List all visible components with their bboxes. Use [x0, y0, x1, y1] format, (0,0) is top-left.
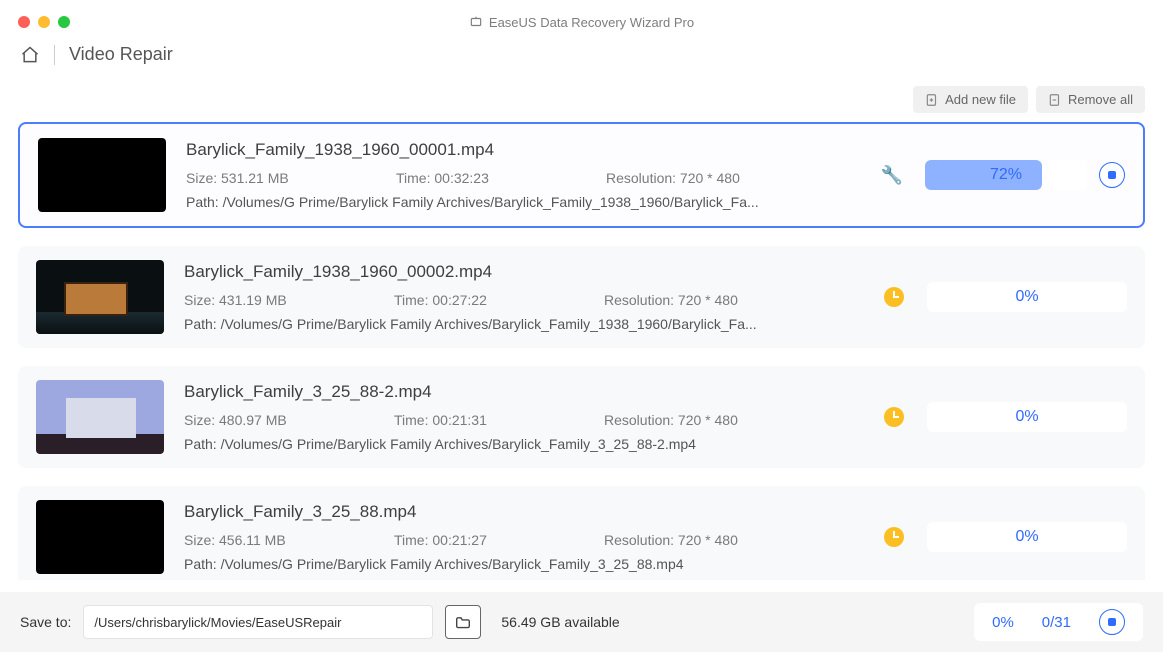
- progress-bar: 72%: [925, 160, 1087, 190]
- video-thumbnail: [36, 260, 164, 334]
- file-details: Size: 431.19 MB Time: 00:27:22 Resolution:…: [184, 292, 861, 308]
- progress-bar: 0%: [927, 522, 1127, 552]
- file-details: Size: 480.97 MB Time: 00:21:31 Resolution:…: [184, 412, 861, 428]
- add-file-button[interactable]: Add new file: [913, 86, 1028, 113]
- minimize-window-button[interactable]: [38, 16, 50, 28]
- file-path: Path: /Volumes/G Prime/Barylick Family A…: [184, 556, 774, 572]
- progress-percent: 0%: [1015, 408, 1038, 426]
- breadcrumb-section: Video Repair: [69, 44, 173, 65]
- file-item[interactable]: Barylick_Family_3_25_88.mp4 Size: 456.11 …: [18, 486, 1145, 580]
- toolbar: Add new file Remove all: [913, 86, 1145, 113]
- status-repairing-icon: 🔧: [879, 165, 905, 186]
- add-file-icon: [925, 93, 939, 107]
- zoom-window-button[interactable]: [58, 16, 70, 28]
- save-path-input[interactable]: /Users/chrisbarylick/Movies/EaseUSRepair: [83, 605, 433, 639]
- file-time: Time: 00:21:31: [394, 412, 544, 428]
- window-controls: [18, 16, 70, 28]
- file-size: Size: 431.19 MB: [184, 292, 334, 308]
- file-meta: Barylick_Family_3_25_88.mp4 Size: 456.11 …: [184, 502, 861, 572]
- file-meta: Barylick_Family_3_25_88-2.mp4 Size: 480.9…: [184, 382, 861, 452]
- breadcrumb: Video Repair: [0, 44, 1163, 77]
- progress-bar: 0%: [927, 282, 1127, 312]
- add-file-label: Add new file: [945, 92, 1016, 107]
- total-percent: 0%: [992, 614, 1014, 631]
- progress-bar: 0%: [927, 402, 1127, 432]
- video-thumbnail: [38, 138, 166, 212]
- video-thumbnail: [36, 380, 164, 454]
- file-path: Path: /Volumes/G Prime/Barylick Family A…: [184, 316, 774, 332]
- remove-all-button[interactable]: Remove all: [1036, 86, 1145, 113]
- file-size: Size: 531.21 MB: [186, 170, 336, 186]
- remove-all-icon: [1048, 93, 1062, 107]
- file-size: Size: 480.97 MB: [184, 412, 334, 428]
- file-time: Time: 00:32:23: [396, 170, 546, 186]
- file-resolution: Resolution: 720 * 480: [606, 170, 766, 186]
- stop-button[interactable]: [1099, 162, 1125, 188]
- window-title: EaseUS Data Recovery Wizard Pro: [0, 15, 1163, 30]
- titlebar: EaseUS Data Recovery Wizard Pro: [0, 0, 1163, 44]
- progress-block: 0%: [927, 402, 1127, 432]
- file-meta: Barylick_Family_1938_1960_00002.mp4 Size:…: [184, 262, 861, 332]
- file-item[interactable]: Barylick_Family_1938_1960_00001.mp4 Size:…: [18, 122, 1145, 228]
- progress-fill: [925, 160, 1042, 190]
- save-to-label: Save to:: [20, 614, 71, 630]
- file-list: Barylick_Family_1938_1960_00001.mp4 Size:…: [18, 122, 1145, 580]
- close-window-button[interactable]: [18, 16, 30, 28]
- status-pending-icon: [881, 287, 907, 307]
- progress-block: 0%: [927, 282, 1127, 312]
- file-counter: 0/31: [1042, 614, 1071, 631]
- file-item[interactable]: Barylick_Family_1938_1960_00002.mp4 Size:…: [18, 246, 1145, 348]
- status-pending-icon: [881, 527, 907, 547]
- progress-block: 0%: [927, 522, 1127, 552]
- file-path: Path: /Volumes/G Prime/Barylick Family A…: [184, 436, 774, 452]
- wrench-icon: 🔧: [881, 165, 903, 186]
- window-title-text: EaseUS Data Recovery Wizard Pro: [489, 15, 694, 30]
- file-size: Size: 456.11 MB: [184, 532, 334, 548]
- clock-icon: [884, 407, 904, 427]
- home-icon[interactable]: [20, 45, 40, 65]
- progress-percent: 0%: [1015, 288, 1038, 306]
- app-icon: [469, 15, 483, 29]
- clock-icon: [884, 287, 904, 307]
- file-name: Barylick_Family_1938_1960_00001.mp4: [186, 140, 859, 160]
- file-resolution: Resolution: 720 * 480: [604, 412, 764, 428]
- file-resolution: Resolution: 720 * 480: [604, 292, 764, 308]
- stop-all-button[interactable]: [1099, 609, 1125, 635]
- file-details: Size: 456.11 MB Time: 00:21:27 Resolution:…: [184, 532, 861, 548]
- progress-block: 72%: [925, 160, 1125, 190]
- file-details: Size: 531.21 MB Time: 00:32:23 Resolution:…: [186, 170, 859, 186]
- file-resolution: Resolution: 720 * 480: [604, 532, 764, 548]
- progress-percent: 72%: [990, 166, 1022, 184]
- folder-icon: [454, 615, 472, 629]
- available-space: 56.49 GB available: [501, 614, 619, 630]
- clock-icon: [884, 527, 904, 547]
- remove-all-label: Remove all: [1068, 92, 1133, 107]
- file-meta: Barylick_Family_1938_1960_00001.mp4 Size:…: [186, 140, 859, 210]
- browse-folder-button[interactable]: [445, 605, 481, 639]
- file-name: Barylick_Family_3_25_88.mp4: [184, 502, 861, 522]
- breadcrumb-divider: [54, 45, 55, 65]
- file-item[interactable]: Barylick_Family_3_25_88-2.mp4 Size: 480.9…: [18, 366, 1145, 468]
- footer-stats: 0% 0/31: [974, 603, 1143, 641]
- file-time: Time: 00:27:22: [394, 292, 544, 308]
- file-name: Barylick_Family_1938_1960_00002.mp4: [184, 262, 861, 282]
- file-path: Path: /Volumes/G Prime/Barylick Family A…: [186, 194, 776, 210]
- footer: Save to: /Users/chrisbarylick/Movies/Eas…: [0, 592, 1163, 652]
- progress-percent: 0%: [1015, 528, 1038, 546]
- status-pending-icon: [881, 407, 907, 427]
- file-time: Time: 00:21:27: [394, 532, 544, 548]
- file-name: Barylick_Family_3_25_88-2.mp4: [184, 382, 861, 402]
- save-path-text: /Users/chrisbarylick/Movies/EaseUSRepair: [94, 615, 341, 630]
- video-thumbnail: [36, 500, 164, 574]
